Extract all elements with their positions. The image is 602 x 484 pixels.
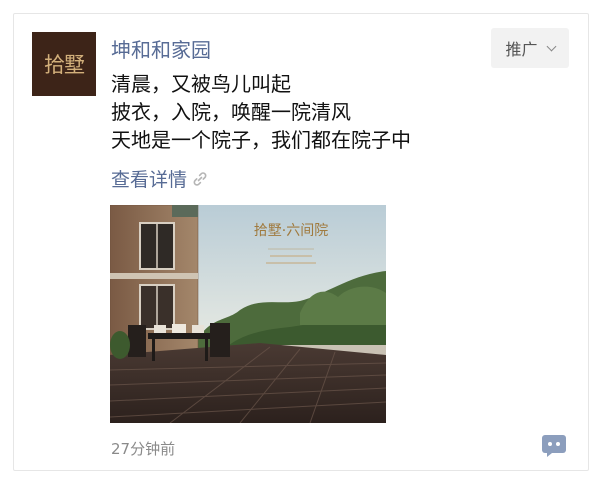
- promo-dropdown-button[interactable]: 推广: [491, 28, 569, 68]
- villa-courtyard-image: 拾墅·六间院: [110, 205, 386, 423]
- link-icon: [193, 171, 207, 186]
- comment-button[interactable]: [541, 434, 567, 458]
- avatar[interactable]: 拾墅: [32, 32, 96, 96]
- post-image[interactable]: 拾墅·六间院: [110, 205, 386, 423]
- post-text: 清晨，又被鸟儿叫起 披衣，入院，唤醒一院清风 天地是一个院子，我们都在院子中: [111, 70, 411, 154]
- post-timestamp: 27分钟前: [111, 440, 176, 458]
- comment-icon: [542, 435, 566, 457]
- account-name-link[interactable]: 坤和和家园: [111, 34, 211, 63]
- post-line: 披衣，入院，唤醒一院清风: [111, 100, 351, 124]
- image-title: 拾墅·六间院: [254, 223, 328, 239]
- ad-post-card: 拾墅 坤和和家园 推广 清晨，又被鸟儿叫起 披衣，入院，唤醒一院清风 天地是一个…: [13, 13, 589, 471]
- promo-label: 推广: [505, 40, 538, 59]
- avatar-logo-text: 拾墅: [44, 53, 85, 77]
- view-details-label: 查看详情: [111, 169, 188, 191]
- post-line: 天地是一个院子，我们都在院子中: [111, 128, 411, 152]
- chevron-down-icon: [546, 41, 556, 51]
- post-line: 清晨，又被鸟儿叫起: [111, 72, 291, 96]
- view-details-link[interactable]: 查看详情: [111, 165, 209, 192]
